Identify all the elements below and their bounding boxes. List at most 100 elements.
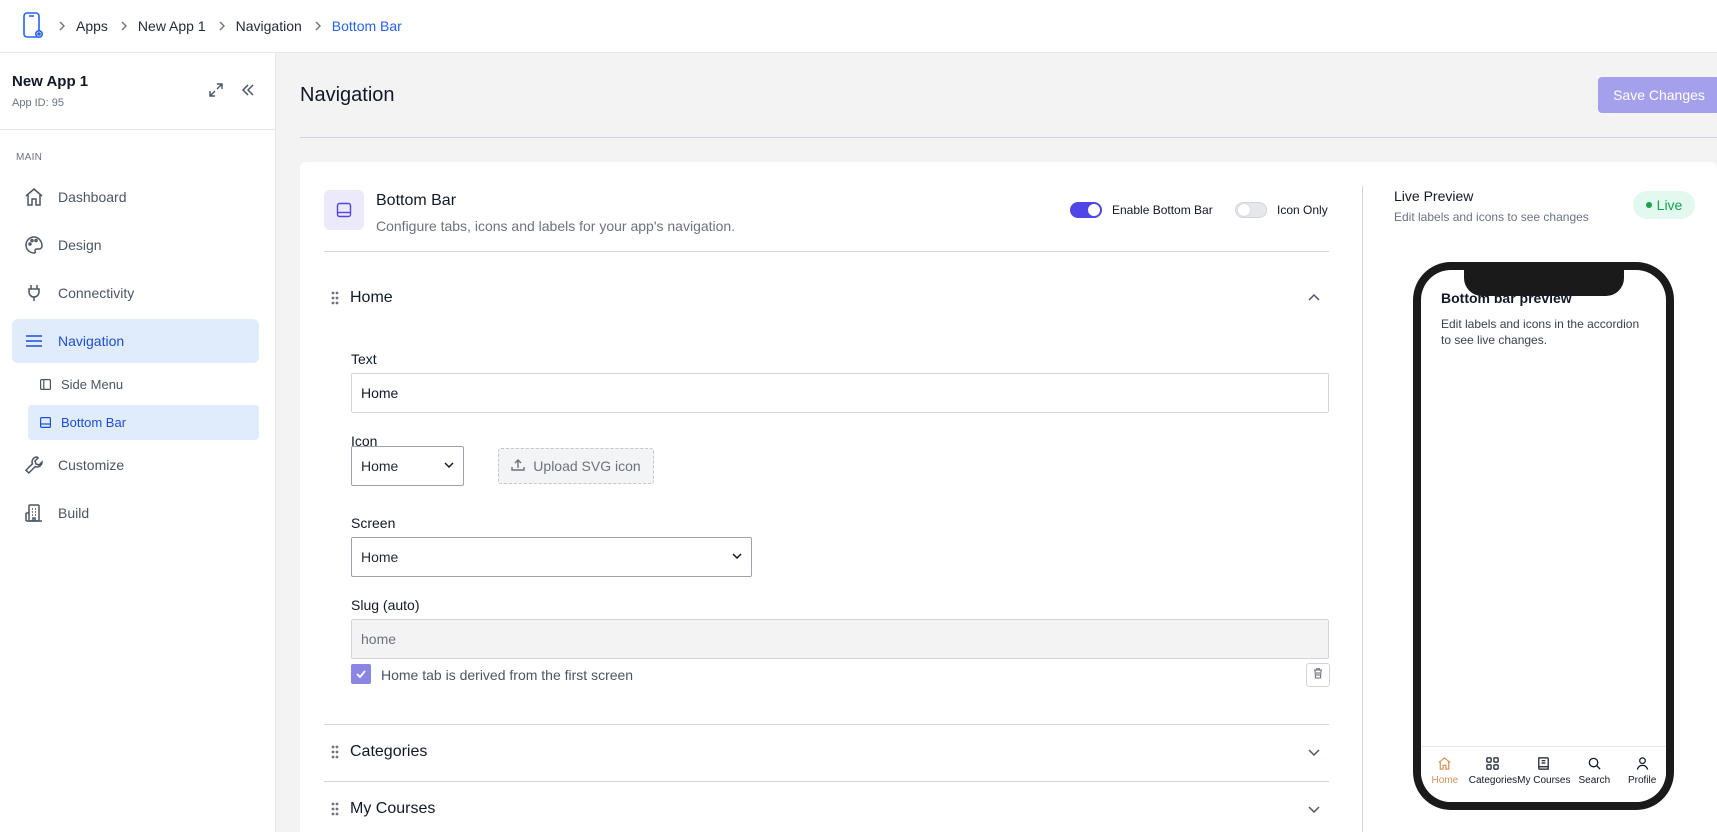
breadcrumb-bottom-bar[interactable]: Bottom Bar bbox=[332, 18, 402, 34]
breadcrumb-navigation[interactable]: Navigation bbox=[236, 18, 302, 34]
sidebar: New App 1 App ID: 95 MAIN Dashboard Desi… bbox=[0, 53, 276, 832]
plug-icon bbox=[24, 283, 44, 303]
text-label: Text bbox=[351, 351, 377, 367]
preview-tab-search[interactable]: Search bbox=[1570, 747, 1618, 802]
text-input[interactable]: Home bbox=[351, 373, 1329, 413]
drag-handle-icon[interactable] bbox=[330, 290, 340, 306]
sidebar-item-label: Design bbox=[58, 237, 102, 253]
accordion-categories[interactable]: Categories bbox=[324, 732, 1329, 772]
sidebar-item-build[interactable]: Build bbox=[12, 491, 259, 535]
sidebar-item-label: Navigation bbox=[58, 333, 125, 349]
main-content: Navigation Save Changes Bottom Bar Confi… bbox=[277, 53, 1717, 832]
live-badge: Live bbox=[1633, 191, 1695, 219]
upload-svg-icon-button[interactable]: Upload SVG icon bbox=[498, 448, 654, 484]
enable-bottom-bar-toggle-group: Enable Bottom Bar bbox=[1070, 202, 1213, 218]
section-description: Configure tabs, icons and labels for you… bbox=[376, 218, 736, 234]
screen-select[interactable]: Home bbox=[351, 537, 752, 577]
trash-icon bbox=[1312, 666, 1324, 684]
sidebar-subitem-bottom-bar[interactable]: Bottom Bar bbox=[28, 405, 259, 440]
phone-mockup: Bottom bar preview Edit labels and icons… bbox=[1413, 262, 1674, 810]
preview-screen-title: Bottom bar preview bbox=[1441, 290, 1572, 306]
accordion-my-courses[interactable]: My Courses bbox=[324, 789, 1329, 829]
chevron-right-icon bbox=[58, 21, 66, 31]
drag-handle-icon[interactable] bbox=[330, 744, 340, 760]
building-icon bbox=[24, 503, 44, 523]
live-preview-subtitle: Edit labels and icons to see changes bbox=[1394, 210, 1589, 224]
sidebar-item-navigation[interactable]: Navigation bbox=[12, 319, 259, 363]
breadcrumb-apps[interactable]: Apps bbox=[76, 18, 108, 34]
tab-label: Profile bbox=[1627, 775, 1657, 786]
bottom-bar-header: Bottom Bar Configure tabs, icons and lab… bbox=[324, 190, 1329, 252]
sidebar-item-design[interactable]: Design bbox=[12, 223, 259, 267]
checkbox-label: Home tab is derived from the first scree… bbox=[381, 667, 634, 683]
palette-icon bbox=[24, 235, 44, 255]
preview-tab-categories[interactable]: Categories bbox=[1469, 747, 1517, 802]
slug-input: home bbox=[351, 619, 1329, 659]
preview-screen-description: Edit labels and icons in the accordion t… bbox=[1441, 317, 1640, 347]
delete-tab-button[interactable] bbox=[1306, 663, 1330, 687]
toggle-label: Icon Only bbox=[1277, 203, 1328, 217]
live-preview-title: Live Preview bbox=[1394, 188, 1474, 204]
tab-label: Home bbox=[1431, 775, 1459, 786]
icon-only-toggle-group: Icon Only bbox=[1235, 202, 1328, 218]
collapse-sidebar-icon[interactable] bbox=[239, 81, 257, 99]
tab-label: Search bbox=[1578, 775, 1611, 786]
accordion-title: My Courses bbox=[350, 800, 436, 817]
divider bbox=[324, 724, 1329, 725]
sidebar-item-dashboard[interactable]: Dashboard bbox=[12, 175, 259, 219]
sidebar-item-customize[interactable]: Customize bbox=[12, 443, 259, 487]
chevron-right-icon bbox=[218, 21, 226, 31]
slug-label: Slug (auto) bbox=[351, 597, 420, 613]
app-logo-icon[interactable] bbox=[22, 12, 46, 40]
chevron-down-icon bbox=[731, 549, 743, 565]
bottombar-icon bbox=[40, 417, 52, 429]
breadcrumb: Apps New App 1 Navigation Bottom Bar bbox=[58, 18, 414, 34]
chevron-right-icon bbox=[314, 21, 322, 31]
breadcrumb-app[interactable]: New App 1 bbox=[138, 18, 206, 34]
enable-bottom-bar-toggle[interactable] bbox=[1070, 202, 1102, 218]
tab-label: My Courses bbox=[1517, 775, 1571, 786]
derived-first-screen-checkbox[interactable] bbox=[351, 664, 371, 684]
menu-icon bbox=[24, 331, 44, 351]
drag-handle-icon[interactable] bbox=[330, 801, 340, 817]
chevron-down-icon bbox=[443, 458, 455, 474]
chevron-down-icon[interactable] bbox=[1307, 744, 1323, 760]
chevron-right-icon bbox=[120, 21, 128, 31]
home-icon bbox=[1437, 755, 1453, 771]
sidebar-subitem-label: Side Menu bbox=[61, 377, 124, 392]
preview-tab-my-courses[interactable]: My Courses bbox=[1517, 747, 1570, 802]
sidebar-item-label: Dashboard bbox=[58, 189, 127, 205]
save-changes-button[interactable]: Save Changes bbox=[1598, 77, 1717, 113]
section-title: Bottom Bar bbox=[376, 192, 457, 209]
accordion-title: Home bbox=[350, 289, 393, 306]
upload-label: Upload SVG icon bbox=[533, 458, 641, 474]
chevron-down-icon[interactable] bbox=[1307, 801, 1323, 817]
sidebar-item-connectivity[interactable]: Connectivity bbox=[12, 271, 259, 315]
chevron-up-icon[interactable] bbox=[1307, 290, 1323, 306]
tab-label: Categories bbox=[1468, 775, 1518, 786]
upload-icon bbox=[511, 458, 525, 475]
live-badge-label: Live bbox=[1656, 197, 1683, 213]
divider bbox=[324, 781, 1329, 782]
bottom-bar-card: Bottom Bar Configure tabs, icons and lab… bbox=[300, 162, 1717, 832]
app-header: New App 1 App ID: 95 bbox=[0, 53, 275, 130]
sidebar-item-label: Customize bbox=[58, 457, 125, 473]
sidebar-item-label: Build bbox=[58, 505, 90, 521]
icon-only-toggle[interactable] bbox=[1235, 202, 1267, 218]
sidebar-subitem-label: Bottom Bar bbox=[61, 415, 127, 430]
section-label: MAIN bbox=[16, 152, 43, 163]
phone-screen: Bottom bar preview Edit labels and icons… bbox=[1421, 270, 1666, 802]
preview-tab-home[interactable]: Home bbox=[1421, 747, 1469, 802]
page-title: Navigation bbox=[300, 84, 395, 106]
expand-icon[interactable] bbox=[207, 81, 225, 99]
preview-tab-profile[interactable]: Profile bbox=[1618, 747, 1666, 802]
screen-label: Screen bbox=[351, 515, 396, 531]
accordion-home[interactable]: Home bbox=[324, 278, 1329, 318]
user-icon bbox=[1634, 755, 1650, 771]
top-bar: Apps New App 1 Navigation Bottom Bar bbox=[0, 0, 1717, 53]
sidebar-icon bbox=[40, 379, 52, 391]
accordion-title: Categories bbox=[350, 743, 428, 760]
sidebar-subitem-side-menu[interactable]: Side Menu bbox=[28, 367, 259, 402]
icon-select[interactable]: Home bbox=[351, 446, 464, 486]
preview-tab-bar: Home Categories My Courses Search Profil… bbox=[1421, 746, 1666, 802]
